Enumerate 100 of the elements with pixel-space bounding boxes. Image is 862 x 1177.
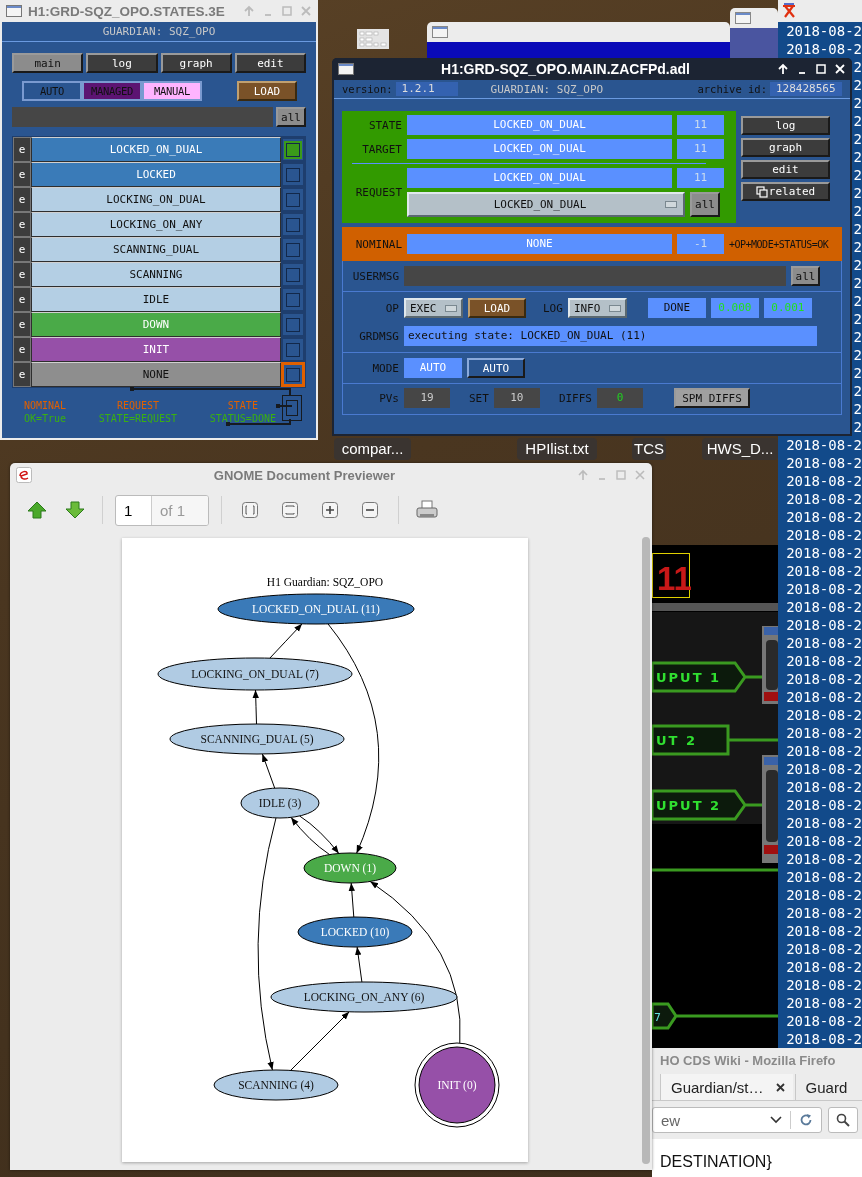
timestamp: 2 xyxy=(853,238,862,256)
browser-tab[interactable]: Guard xyxy=(794,1074,856,1100)
app-icon xyxy=(781,3,797,19)
timestamp: 2018-08-2 xyxy=(786,616,862,634)
load-button[interactable]: LOAD xyxy=(237,81,297,101)
signal-tag-text: 7 xyxy=(654,1011,661,1024)
timestamp: 2018-08-2 xyxy=(786,994,862,1012)
legend-status: STATE=REQUEST xyxy=(98,413,178,424)
state-button[interactable]: SCANNING xyxy=(31,262,281,287)
search-field[interactable] xyxy=(828,1107,858,1133)
row-action-button[interactable]: e xyxy=(13,337,31,362)
nominal-value: NONE xyxy=(407,234,672,254)
timestamp: 2 xyxy=(853,418,862,436)
row-action-button[interactable]: e xyxy=(13,312,31,337)
row-action-button[interactable]: e xyxy=(13,262,31,287)
close-icon[interactable] xyxy=(775,1082,785,1092)
timestamp: 2018-08-2 xyxy=(786,454,862,472)
timestamp: 2 xyxy=(853,166,862,184)
state-button[interactable]: NONE xyxy=(31,362,281,387)
mode-button[interactable]: MANUAL xyxy=(142,81,202,101)
mode-button[interactable]: AUTO xyxy=(467,358,525,378)
transition-arrow xyxy=(252,689,259,725)
menu-icon xyxy=(445,304,457,312)
spm-diffs-button[interactable]: SPM DIFFS xyxy=(674,388,750,408)
state-button[interactable]: LOCKED_ON_DUAL xyxy=(31,137,281,162)
timestamp: 2 xyxy=(853,292,862,310)
row-action-button[interactable]: e xyxy=(13,137,31,162)
state-node: LOCKED (10) xyxy=(297,916,413,948)
dropdown-icon[interactable] xyxy=(770,1116,782,1124)
state-node: SCANNING (4) xyxy=(213,1069,339,1101)
timestamp: 2 xyxy=(853,328,862,346)
transition-arrow xyxy=(290,1011,350,1071)
request-menu[interactable]: LOCKED_ON_DUAL xyxy=(407,192,685,217)
all-button[interactable]: all xyxy=(791,266,820,286)
side-button[interactable]: log xyxy=(741,116,830,135)
timestamp: 2018-08-2 xyxy=(786,22,862,40)
state-node: IDLE (3) xyxy=(240,787,320,819)
all-button[interactable]: all xyxy=(276,107,306,127)
state-button[interactable]: LOCKING_ON_ANY xyxy=(31,212,281,237)
window-title: GNOME Document Previewer xyxy=(212,467,397,483)
page-count: of 1 xyxy=(152,495,208,525)
side-button[interactable]: graph xyxy=(741,138,830,157)
side-button[interactable]: edit xyxy=(741,160,830,179)
log-menu[interactable]: INFO xyxy=(567,298,627,318)
printer-icon xyxy=(416,500,438,520)
timestamp: 2018-08-2 xyxy=(786,526,862,544)
timestamp: 2018-08-2 xyxy=(786,778,862,796)
reload-icon[interactable] xyxy=(799,1113,813,1127)
timestamp: 2018-08-2 xyxy=(786,868,862,886)
desktop-icon-label[interactable]: HPIlist.txt xyxy=(517,438,597,460)
desktop-icon-label[interactable]: HWS_D... xyxy=(702,438,778,460)
count-value: 0 xyxy=(597,388,643,408)
archive-id: 128428565 xyxy=(770,82,842,96)
load-button[interactable]: LOAD xyxy=(468,298,526,318)
transition-arrow xyxy=(261,753,276,789)
window-title: H1:GRD-SQZ_OPO.MAIN.ZACFPd.adl xyxy=(440,61,691,77)
timestamp: 2 xyxy=(853,112,862,130)
state-button[interactable]: LOCKED xyxy=(31,162,281,187)
state-button[interactable]: INIT xyxy=(31,337,281,362)
nav-button[interactable]: graph xyxy=(160,53,232,73)
window-icon xyxy=(735,12,751,24)
signal-label-text: UT 2 xyxy=(656,733,697,748)
nav-button[interactable]: edit xyxy=(234,53,306,73)
desktop-icon-label[interactable]: compar... xyxy=(334,438,411,460)
timestamp: 2018-08-2 xyxy=(786,706,862,724)
all-button[interactable]: all xyxy=(690,192,720,217)
related-button[interactable]: related xyxy=(741,182,830,201)
state-button[interactable]: IDLE xyxy=(31,287,281,312)
timestamp: 2018-08-2 xyxy=(786,958,862,976)
desktop-icon-label[interactable]: TCS xyxy=(632,438,666,460)
timestamp: 2018-08-2 xyxy=(786,40,862,58)
scrollbar[interactable] xyxy=(642,537,650,1164)
timestamp: 2 xyxy=(853,76,862,94)
window-content xyxy=(730,28,778,58)
browser-tab[interactable]: Guardian/st… xyxy=(660,1074,793,1100)
row-action-button[interactable]: e xyxy=(13,287,31,312)
timestamp: 2 xyxy=(853,346,862,364)
op-menu[interactable]: EXEC xyxy=(404,298,463,318)
nav-button[interactable]: main xyxy=(12,53,84,73)
field-label: REQUEST xyxy=(354,186,402,199)
request-index: 11 xyxy=(677,168,724,188)
signal-line xyxy=(729,738,778,742)
fit-width-icon xyxy=(282,502,298,518)
signal-label-text: UPUT 1 xyxy=(656,670,722,685)
state-button[interactable]: LOCKING_ON_DUAL xyxy=(31,187,281,212)
row-action-button[interactable]: e xyxy=(13,212,31,237)
nav-button[interactable]: log xyxy=(86,53,158,73)
legend-status: OK=True xyxy=(24,413,67,424)
timestamp: 2018-08-2 xyxy=(786,436,862,454)
timestamp: 2018-08-2 xyxy=(786,1012,862,1030)
signal-label-text: UPUT 2 xyxy=(656,798,722,813)
row-action-button[interactable]: e xyxy=(13,162,31,187)
address-field[interactable]: ew xyxy=(652,1107,822,1133)
row-action-button[interactable]: e xyxy=(13,362,31,387)
state-button[interactable]: SCANNING_DUAL xyxy=(31,237,281,262)
window-icon xyxy=(338,63,354,75)
row-action-button[interactable]: e xyxy=(13,237,31,262)
row-action-button[interactable]: e xyxy=(13,187,31,212)
status-value: DONE xyxy=(647,298,706,318)
timestamp: 2018-08-2 xyxy=(786,472,862,490)
